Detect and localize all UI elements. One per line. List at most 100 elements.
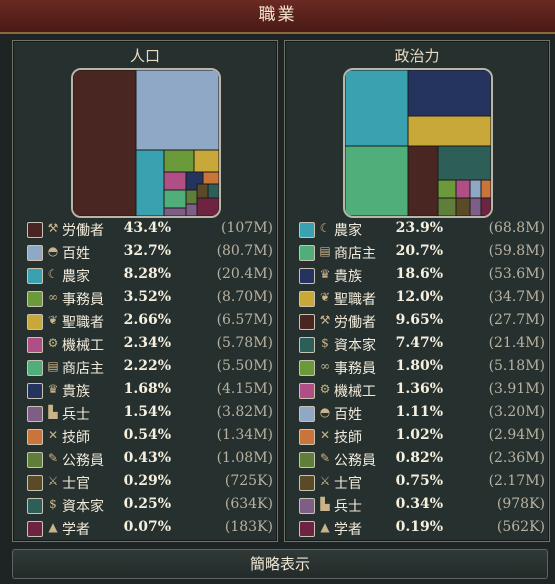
treemap-tile-aristocrats xyxy=(407,70,491,117)
occupation-amount: (634K) xyxy=(224,496,273,512)
occupation-row[interactable]: ⚔ 士官 0.29% (725K) xyxy=(25,472,273,495)
occupation-row[interactable]: ∞ 事務員 3.52% (8.70M) xyxy=(25,288,273,311)
occupation-row[interactable]: ⚙ 機械工 2.34% (5.78M) xyxy=(25,334,273,357)
book-icon: ▤ xyxy=(319,244,331,258)
color-swatch xyxy=(299,406,315,422)
tools-icon: ✕ xyxy=(319,428,331,442)
political-power-list: ☾ 農家 23.9% (68.8M) ▤ 商店主 20.7% (59.8M) ♛ 貴族 18.6% (… xyxy=(297,219,545,541)
political-power-panel: 政治力 ☾ 農家 23.9% (68.8M) ▤ 商店主 20.7% (59.8M) ♛ 貴族 18… xyxy=(284,40,550,542)
occupation-name: 貴族 xyxy=(334,269,362,285)
occupation-row[interactable]: ♛ 貴族 1.68% (4.15M) xyxy=(25,380,273,403)
occupation-row[interactable]: ✎ 公務員 0.43% (1.08M) xyxy=(25,449,273,472)
occupation-amount: (3.20M) xyxy=(488,404,545,420)
treemap-tile-bureaucrats xyxy=(185,189,198,205)
wrench-icon: ⚙ xyxy=(47,336,59,350)
occupation-name: 学者 xyxy=(62,522,90,538)
treemap-tile-academics xyxy=(196,197,219,216)
color-swatch xyxy=(299,429,315,445)
occupation-row[interactable]: ☾ 農家 8.28% (20.4M) xyxy=(25,265,273,288)
occupation-amount: (53.6M) xyxy=(488,266,545,282)
sickle-icon: ☾ xyxy=(319,221,331,235)
occupation-name: 兵士 xyxy=(334,499,362,515)
hat-icon: ◓ xyxy=(319,405,331,419)
occupation-name: 農家 xyxy=(62,269,90,285)
summary-view-button[interactable]: 簡略表示 xyxy=(12,549,548,579)
occupation-row[interactable]: ◓ 百姓 32.7% (80.7M) xyxy=(25,242,273,265)
occupation-row[interactable]: ⚒ 労働者 43.4% (107M) xyxy=(25,219,273,242)
occupation-row[interactable]: ✕ 技師 1.02% (2.94M) xyxy=(297,426,545,449)
color-swatch xyxy=(299,222,315,238)
color-swatch xyxy=(27,222,43,238)
population-treemap xyxy=(71,68,221,218)
occupation-row[interactable]: ∞ 事務員 1.80% (5.18M) xyxy=(297,357,545,380)
treemap-tile-laborers xyxy=(73,70,137,216)
occupation-amount: (3.82M) xyxy=(216,404,273,420)
occupation-amount: (562K) xyxy=(496,519,545,535)
quill-icon: ✎ xyxy=(319,451,331,465)
occupation-row[interactable]: ▲ 学者 0.19% (562K) xyxy=(297,518,545,541)
moneybag-icon: $ xyxy=(49,497,57,511)
occupation-amount: (2.17M) xyxy=(488,473,545,489)
occupation-row[interactable]: ▙ 兵士 1.54% (3.82M) xyxy=(25,403,273,426)
color-swatch xyxy=(27,521,43,537)
occupation-name: 兵士 xyxy=(62,407,90,423)
hat-icon: ◓ xyxy=(47,244,59,258)
occupation-name: 労働者 xyxy=(62,223,104,239)
occupation-row[interactable]: ▤ 商店主 20.7% (59.8M) xyxy=(297,242,545,265)
occupation-row[interactable]: ☾ 農家 23.9% (68.8M) xyxy=(297,219,545,242)
occupation-percent: 20.7% xyxy=(395,243,443,259)
occupation-percent: 43.4% xyxy=(123,220,171,236)
occupation-amount: (6.57M) xyxy=(216,312,273,328)
color-swatch xyxy=(299,245,315,261)
treemap-tile-machinists xyxy=(163,171,187,191)
occupation-row[interactable]: ♛ 貴族 18.6% (53.6M) xyxy=(297,265,545,288)
population-treemap-svg xyxy=(73,70,219,216)
glasses-icon: ∞ xyxy=(320,359,330,373)
gradcap-icon: ▲ xyxy=(320,520,330,534)
color-swatch xyxy=(27,337,43,353)
treemap-tile-clergy xyxy=(193,149,219,173)
occupation-percent: 32.7% xyxy=(123,243,171,259)
occupation-percent: 0.54% xyxy=(123,427,171,443)
color-swatch xyxy=(299,337,315,353)
color-swatch xyxy=(27,475,43,491)
boot-icon: ▙ xyxy=(320,497,330,511)
occupation-row[interactable]: ▲ 学者 0.07% (183K) xyxy=(25,518,273,541)
occupation-row[interactable]: ◓ 百姓 1.11% (3.20M) xyxy=(297,403,545,426)
occupation-name: 公務員 xyxy=(334,453,376,469)
color-swatch xyxy=(27,245,43,261)
occupation-row[interactable]: ⚒ 労働者 9.65% (27.7M) xyxy=(297,311,545,334)
occupation-name: 公務員 xyxy=(62,453,104,469)
crown-icon: ♛ xyxy=(319,267,331,281)
treemap-tile-machinists xyxy=(455,179,471,199)
occupation-amount: (80.7M) xyxy=(216,243,273,259)
wrench-icon: ⚙ xyxy=(319,382,331,396)
occupation-row[interactable]: $ 資本家 0.25% (634K) xyxy=(25,495,273,518)
occupation-row[interactable]: ❦ 聖職者 2.66% (6.57M) xyxy=(25,311,273,334)
color-swatch xyxy=(299,498,315,514)
treemap-tile-clergy xyxy=(407,115,491,147)
occupation-percent: 0.07% xyxy=(123,519,171,535)
occupation-row[interactable]: ⚙ 機械工 1.36% (3.91M) xyxy=(297,380,545,403)
color-swatch xyxy=(27,429,43,445)
occupation-row[interactable]: $ 資本家 7.47% (21.4M) xyxy=(297,334,545,357)
occupation-row[interactable]: ✕ 技師 0.54% (1.34M) xyxy=(25,426,273,449)
occupation-row[interactable]: ▙ 兵士 0.34% (978K) xyxy=(297,495,545,518)
political-power-treemap-svg xyxy=(345,70,491,216)
treemap-tile-shopkeepers xyxy=(163,189,187,209)
occupation-row[interactable]: ✎ 公務員 0.82% (2.36M) xyxy=(297,449,545,472)
occupation-name: 商店主 xyxy=(62,361,104,377)
sickle-icon: ☾ xyxy=(47,267,59,281)
occupation-row[interactable]: ❦ 聖職者 12.0% (34.7M) xyxy=(297,288,545,311)
treemap-tile-shopkeepers xyxy=(345,145,409,216)
occupation-name: 技師 xyxy=(334,430,362,446)
occupation-row[interactable]: ⚔ 士官 0.75% (2.17M) xyxy=(297,472,545,495)
occupation-amount: (4.15M) xyxy=(216,381,273,397)
occupation-percent: 23.9% xyxy=(395,220,443,236)
occupation-percent: 1.36% xyxy=(395,381,443,397)
occupation-amount: (5.50M) xyxy=(216,358,273,374)
occupation-row[interactable]: ▤ 商店主 2.22% (5.50M) xyxy=(25,357,273,380)
occupation-percent: 12.0% xyxy=(395,289,443,305)
treemap-tile-filler xyxy=(185,203,198,216)
treemap-tile-soldiers xyxy=(469,197,482,216)
